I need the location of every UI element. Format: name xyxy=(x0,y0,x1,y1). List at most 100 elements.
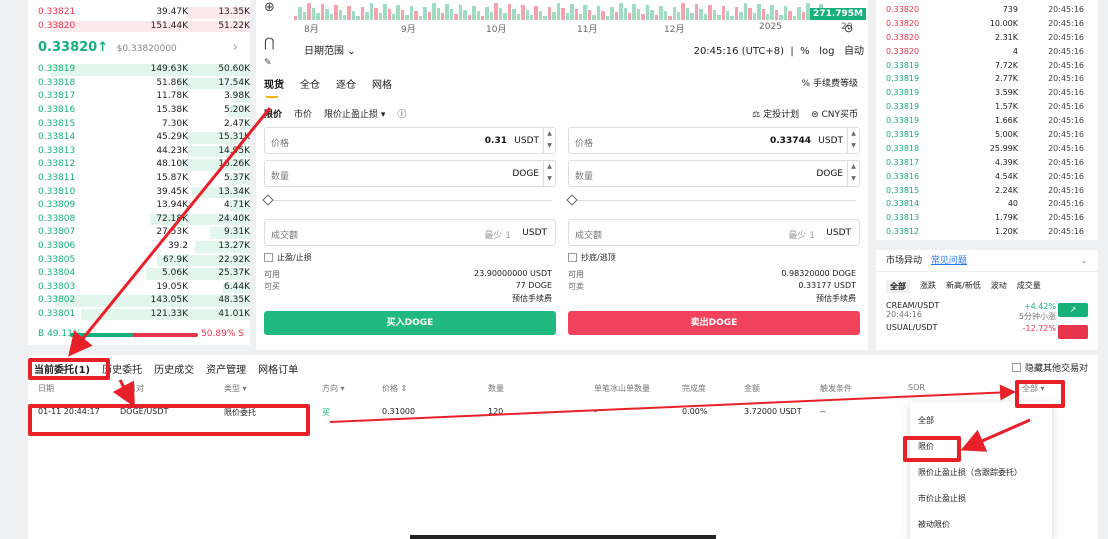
trade-time: 20:45:16 xyxy=(1048,213,1084,223)
tp-sl-checkbox[interactable]: 止盈/止损 xyxy=(264,252,556,263)
kline-chart[interactable]: 271.795M xyxy=(256,0,868,22)
zoom-icon[interactable]: ⊕ xyxy=(264,0,275,15)
order-book-row[interactable]: 0.33818 51.86K 17.54K xyxy=(28,77,250,91)
cny-buy-label: CNY买币 xyxy=(821,110,858,120)
order-book-row[interactable]: 0.33807 27.53K 9.31K xyxy=(28,226,250,240)
market-movers-tabs: 全部 涨跌 新高/新低 波动 成交量 xyxy=(876,272,1098,301)
trade-amount: 2.31K xyxy=(994,32,1018,42)
sell-amount-slider[interactable] xyxy=(566,193,860,209)
order-type-stop-limit[interactable]: 限价止盈止损 ▾ xyxy=(324,107,385,120)
volume-bar xyxy=(619,3,623,20)
buy-fee: 预估手续费 xyxy=(264,293,556,305)
sell-button[interactable]: 卖出DOGE xyxy=(568,311,860,335)
sell-total-input[interactable]: 成交额 最少 1 USDT xyxy=(568,219,860,246)
volume-bar xyxy=(472,6,476,20)
market-tab[interactable]: 波动 xyxy=(991,280,1007,293)
filter-option[interactable]: 全部 xyxy=(910,408,1052,434)
info-icon[interactable]: ⓘ xyxy=(397,107,406,120)
cny-buy-link[interactable]: ⊜ CNY买币 xyxy=(811,107,858,120)
volume-bar xyxy=(351,11,356,20)
date-range-button[interactable]: 日期范围 ⌄ xyxy=(304,46,356,57)
price-stepper[interactable]: ▲ ▼ xyxy=(847,128,859,153)
order-book-row[interactable]: 0.33801 121.33K 41.01K xyxy=(28,308,250,322)
buy-qty-input[interactable]: 数量 DOGE ▲ ▼ xyxy=(264,160,556,187)
column-header[interactable]: 类型 ▾ xyxy=(224,383,247,394)
dip-top-checkbox[interactable]: 抄底/逃顶 xyxy=(568,252,860,263)
sell-price-input[interactable]: 价格 0.33744 USDT ▲ ▼ xyxy=(568,127,860,154)
buy-button[interactable]: 买入DOGE xyxy=(264,311,556,335)
filter-option[interactable]: 市价止盈止损 xyxy=(910,486,1052,512)
dca-plan-link[interactable]: ⚖ 定投计划 xyxy=(752,107,799,120)
mover-trend-icon: ↗ xyxy=(1058,303,1088,317)
order-book-row[interactable]: 0.33821 39.47K 13.35K xyxy=(28,6,250,20)
filter-option[interactable]: 限价止盈止损（含跟踪委托） xyxy=(910,460,1052,486)
order-book-row[interactable]: 0.33806 39.2 13.27K xyxy=(28,240,250,254)
chart-time-axis: 8月 9月 10月 11月 12月 2025 20 xyxy=(304,22,864,35)
filter-option[interactable]: 被动限价 xyxy=(910,512,1052,538)
magnet-icon[interactable]: ⋂ xyxy=(264,36,275,51)
order-book-row[interactable]: 0.33816 15.38K 5.20K xyxy=(28,104,250,118)
slider-handle[interactable] xyxy=(566,194,578,206)
market-mover-row[interactable]: CREAM/USDT 20:44:16 +4.42% 5分钟小涨 ↗ xyxy=(876,301,1098,323)
order-type-market[interactable]: 市价 xyxy=(294,107,312,120)
order-book-row[interactable]: 0.33804 5.06K 25.37K xyxy=(28,267,250,281)
sell-qty-input[interactable]: 数量 DOGE ▲ ▼ xyxy=(568,160,860,187)
order-book-row[interactable]: 0.33802 143.05K 48.35K xyxy=(28,294,250,308)
chart-time: 20:45:16 (UTC+8) xyxy=(693,46,785,57)
price-stepper[interactable]: ▲ ▼ xyxy=(543,128,555,153)
volume-bar xyxy=(534,6,538,20)
order-book-row[interactable]: 0.33814 45.29K 15.31K xyxy=(28,131,250,145)
market-tab[interactable]: 涨跌 xyxy=(920,280,936,293)
column-header: 单笔冰山单数量 xyxy=(594,384,650,393)
tab-spot[interactable]: 现货 xyxy=(264,76,284,98)
qty-stepper[interactable]: ▲ ▼ xyxy=(847,161,859,186)
trade-time: 20:45:16 xyxy=(1048,171,1084,181)
order-book-row[interactable]: 0.33813 44.23K 14.95K xyxy=(28,145,250,159)
order-book-row[interactable]: 0.33819 149.63K 50.60K xyxy=(28,63,250,77)
volume-bar xyxy=(342,15,347,20)
order-book-row[interactable]: 0.33812 48.10K 16.26K xyxy=(28,158,250,172)
slider-handle[interactable] xyxy=(262,194,274,206)
orders-tab[interactable]: 历史成交 xyxy=(154,361,194,376)
chevron-right-icon[interactable]: › xyxy=(233,33,238,63)
expand-icon[interactable]: ⌄ xyxy=(1080,250,1088,272)
percent-toggle[interactable]: % xyxy=(800,46,810,57)
buy-total-input[interactable]: 成交额 最少 1 USDT xyxy=(264,219,556,246)
orders-tab[interactable]: 网格订单 xyxy=(258,361,298,376)
log-toggle[interactable]: log xyxy=(819,46,834,57)
market-mover-row[interactable]: USUAL/USDT -12.72% xyxy=(876,323,1098,345)
time-axis-label: 2025 xyxy=(759,22,782,32)
column-header[interactable]: 方向 ▾ xyxy=(322,383,345,394)
pen-icon[interactable]: ✎ xyxy=(264,58,272,68)
chart-target-icon[interactable]: ⊙ xyxy=(844,22,853,35)
fee-tier-link[interactable]: % 手续费等级 xyxy=(802,76,858,89)
order-book-row[interactable]: 0.33817 11.78K 3.98K xyxy=(28,90,250,104)
order-book-row[interactable]: 0.33820 151.44K 51.22K xyxy=(28,20,250,34)
auto-toggle[interactable]: 自动 xyxy=(844,46,864,57)
tab-cross[interactable]: 全仓 xyxy=(300,76,320,91)
faq-link[interactable]: 常见问题 xyxy=(931,256,967,266)
market-tab[interactable]: 新高/新低 xyxy=(946,280,981,293)
order-book-row[interactable]: 0.33815 7.30K 2.47K xyxy=(28,118,250,132)
order-type-limit[interactable]: 限价 xyxy=(264,107,282,120)
order-book-row[interactable]: 0.33810 39.45K 13.34K xyxy=(28,186,250,200)
column-header[interactable]: 价格 ⇕ xyxy=(382,383,407,394)
buy-amount-slider[interactable] xyxy=(262,193,556,209)
scrollbar[interactable] xyxy=(410,535,716,539)
tab-isolated[interactable]: 逐仓 xyxy=(336,76,356,91)
qty-stepper[interactable]: ▲ ▼ xyxy=(543,161,555,186)
order-book-row[interactable]: 0.33805 6?.9K 22.92K xyxy=(28,254,250,268)
order-book-row[interactable]: 0.33808 72.18K 24.40K xyxy=(28,213,250,227)
buy-price-input[interactable]: 价格 0.31 USDT ▲ ▼ xyxy=(264,127,556,154)
volume-bar xyxy=(489,12,494,20)
hide-other-pairs-checkbox[interactable]: 隐藏其他交易对 xyxy=(1011,361,1088,374)
buy-price-unit: USDT xyxy=(514,136,539,146)
order-book-row[interactable]: 0.33803 19.05K 6.44K xyxy=(28,281,250,295)
order-book-row[interactable]: 0.33809 13.94K 4.71K xyxy=(28,199,250,213)
market-tab[interactable]: 全部 xyxy=(886,280,910,293)
orders-tab[interactable]: 资产管理 xyxy=(206,361,246,376)
order-book-row[interactable]: 0.33811 15.87K 5.37K xyxy=(28,172,250,186)
trade-time: 20:45:16 xyxy=(1048,116,1084,126)
market-tab[interactable]: 成交量 xyxy=(1017,280,1041,293)
tab-grid[interactable]: 网格 xyxy=(372,76,392,91)
